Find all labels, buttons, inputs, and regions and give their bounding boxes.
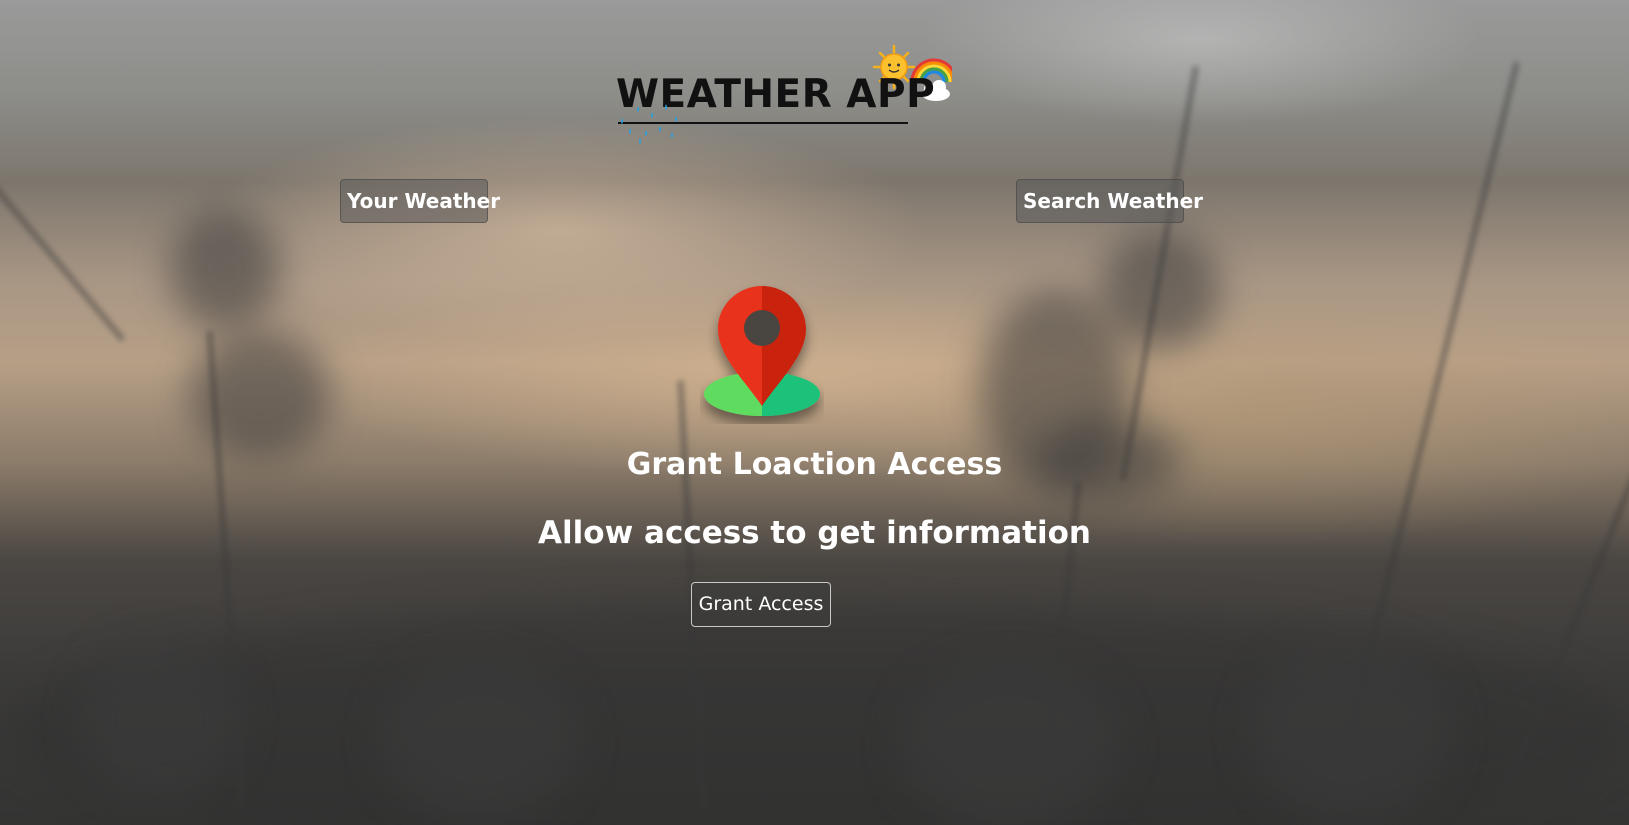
weather-app-page: WEATHER APP Your Weather Search Weather [0, 0, 1629, 825]
raindrops-icon [621, 104, 677, 144]
location-pin-icon [704, 286, 820, 416]
app-header: WEATHER APP [616, 44, 976, 150]
grant-location-title: Grant Loaction Access [626, 447, 1003, 482]
tab-your-weather[interactable]: Your Weather [340, 179, 500, 223]
grant-access-button[interactable]: Grant Access [691, 582, 831, 627]
tab-search-weather[interactable]: Search Weather [1016, 179, 1203, 223]
grant-location-subtitle: Allow access to get information [538, 515, 1091, 551]
